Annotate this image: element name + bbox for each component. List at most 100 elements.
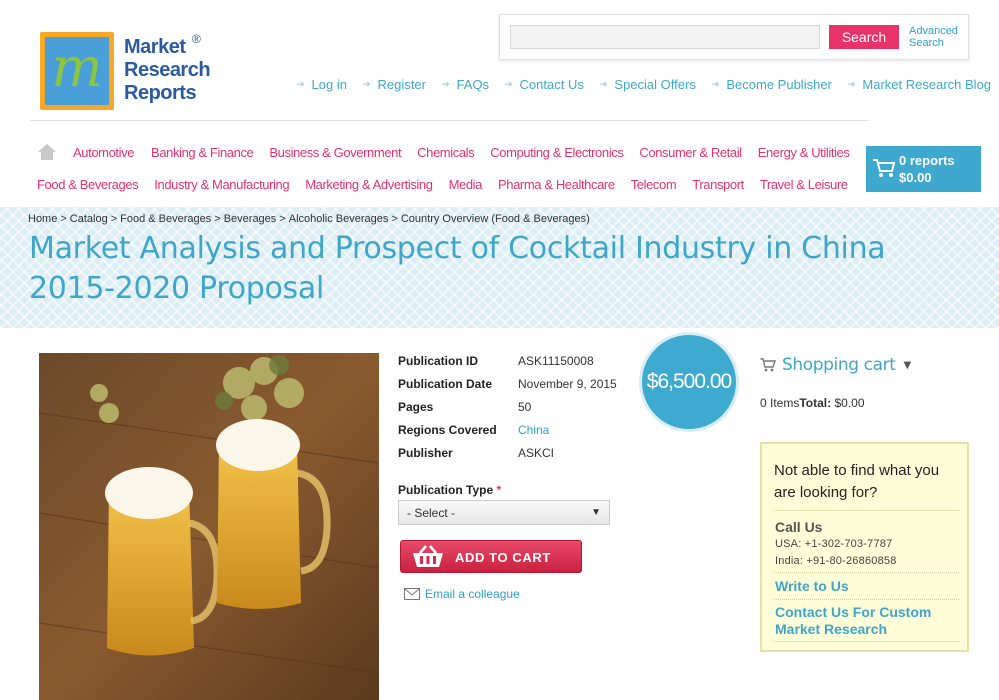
nav-automotive[interactable]: Automotive: [73, 145, 134, 160]
header-cart-button[interactable]: 0 reports $0.00: [866, 146, 981, 192]
divider: [774, 572, 959, 573]
nav-transport[interactable]: Transport: [692, 177, 744, 192]
label-publisher: Publisher: [398, 446, 453, 460]
publication-type-label: Publication Type *: [398, 483, 502, 497]
top-link-contact[interactable]: ➔ Contact Us: [505, 77, 584, 92]
basket-icon: [413, 545, 443, 567]
top-link-faqs[interactable]: ➔ FAQs: [442, 77, 489, 92]
shopping-cart-title: Shopping cart: [782, 355, 896, 375]
breadcrumb-beverages[interactable]: Beverages: [224, 213, 277, 225]
nav-banking-finance[interactable]: Banking & Finance: [151, 145, 254, 160]
top-link-blog[interactable]: ➔ Market Research Blog: [848, 77, 991, 92]
search-button[interactable]: Search: [829, 25, 899, 49]
product-image: [39, 353, 379, 700]
nav-telecom[interactable]: Telecom: [631, 177, 677, 192]
help-question: Not able to find what you are looking fo…: [774, 462, 940, 501]
header-divider: [30, 120, 869, 121]
category-nav-row-1: Automotive Banking & Finance Business & …: [73, 145, 850, 160]
phone-usa: USA: +1-302-703-7787: [775, 538, 893, 550]
logo-wordmark: Market Research Reports: [124, 36, 211, 105]
advanced-search-link[interactable]: Advanced Search: [909, 25, 958, 49]
value-pages: 50: [518, 400, 532, 414]
nav-food-beverages[interactable]: Food & Beverages: [37, 177, 139, 192]
select-value: - Select -: [407, 506, 456, 520]
nav-media[interactable]: Media: [449, 177, 483, 192]
breadcrumb-country-overview[interactable]: Country Overview (Food & Beverages): [401, 213, 590, 225]
phone-india: India: +91-80-26860858: [775, 555, 897, 567]
cart-total-value: $0.00: [834, 396, 865, 410]
dropdown-caret-icon: ▼: [591, 507, 601, 518]
label-pages: Pages: [398, 400, 434, 414]
top-link-special-offers[interactable]: ➔ Special Offers: [600, 77, 696, 92]
arrow-icon: ➔: [362, 79, 371, 89]
nav-pharma-healthcare[interactable]: Pharma & Healthcare: [498, 177, 615, 192]
custom-research-link[interactable]: Contact Us For Custom Market Research: [775, 604, 960, 638]
top-link-login[interactable]: ➔ Log in: [297, 77, 347, 92]
label-publication-date: Publication Date: [398, 377, 493, 391]
label-publication-id: Publication ID: [398, 354, 479, 368]
shopping-cart-header[interactable]: Shopping cart ▼: [760, 355, 911, 375]
breadcrumb-alcoholic-beverages[interactable]: Alcoholic Beverages: [289, 213, 389, 225]
cart-total-label: Total:: [799, 396, 832, 410]
nav-chemicals[interactable]: Chemicals: [417, 145, 474, 160]
email-colleague-link[interactable]: Email a colleague: [404, 587, 520, 601]
arrow-icon: ➔: [505, 79, 513, 89]
value-publication-date: November 9, 2015: [518, 377, 617, 391]
logo-line-2: Research: [124, 59, 211, 81]
value-publication-id: ASK11150008: [518, 354, 594, 368]
call-us-heading: Call Us: [775, 519, 823, 535]
divider: [774, 641, 959, 642]
divider: [774, 599, 959, 600]
publication-type-select[interactable]: - Select - ▼: [398, 500, 610, 525]
product-details: Publication ID ASK11150008 Publication Da…: [398, 354, 617, 469]
home-icon[interactable]: [38, 144, 56, 160]
top-links: ➔ Log in ➔ Register ➔ FAQs ➔ Contact Us ➔ Spe…: [297, 77, 991, 92]
category-nav-row-2: Food & Beverages Industry & Manufacturin…: [37, 177, 848, 192]
label-regions: Regions Covered: [398, 423, 497, 437]
logo-mark-icon: m: [40, 32, 114, 110]
nav-industry-manufacturing[interactable]: Industry & Manufacturing: [154, 177, 289, 192]
site-logo[interactable]: m Market Research Reports ®: [40, 32, 211, 110]
nav-business-government[interactable]: Business & Government: [269, 145, 401, 160]
cart-total: $0.00: [899, 170, 932, 185]
price-badge: $6,500.00: [639, 332, 739, 432]
breadcrumb-food-beverages[interactable]: Food & Beverages: [120, 213, 211, 225]
cart-count: 0 reports: [899, 153, 955, 168]
value-regions-link[interactable]: China: [518, 423, 549, 446]
required-mark: *: [496, 483, 502, 497]
nav-marketing-advertising[interactable]: Marketing & Advertising: [305, 177, 433, 192]
arrow-icon: ➔: [599, 79, 608, 89]
email-colleague-label: Email a colleague: [425, 587, 520, 601]
cart-icon: [760, 358, 776, 372]
nav-travel-leisure[interactable]: Travel & Leisure: [760, 177, 848, 192]
advanced-search-line-2: Search: [909, 37, 944, 49]
cart-icon: [873, 159, 896, 177]
breadcrumb-catalog[interactable]: Catalog: [70, 213, 108, 225]
arrow-icon: ➔: [297, 79, 305, 89]
arrow-icon: ➔: [711, 79, 720, 89]
arrow-icon: ➔: [441, 79, 450, 89]
logo-line-3: Reports: [124, 82, 197, 104]
page-title: Market Analysis and Prospect of Cocktail…: [29, 231, 886, 306]
advanced-search-line-1: Advanced: [909, 25, 958, 37]
registered-mark: ®: [192, 32, 201, 46]
nav-energy-utilities[interactable]: Energy & Utilities: [758, 145, 850, 160]
search-input[interactable]: [510, 25, 820, 49]
top-link-become-publisher[interactable]: ➔ Become Publisher: [712, 77, 832, 92]
add-to-cart-button[interactable]: ADD TO CART: [400, 540, 582, 573]
breadcrumb-home[interactable]: Home: [28, 213, 57, 225]
write-to-us-link[interactable]: Write to Us: [775, 578, 849, 595]
shopping-cart-summary: 0 ItemsTotal: $0.00: [760, 396, 865, 410]
nav-computing-electronics[interactable]: Computing & Electronics: [490, 145, 624, 160]
arrow-icon: ➔: [847, 79, 856, 89]
add-to-cart-label: ADD TO CART: [455, 550, 551, 565]
nav-consumer-retail[interactable]: Consumer & Retail: [639, 145, 742, 160]
value-publisher: ASKCI: [518, 446, 555, 460]
cart-items: 0 Items: [760, 396, 800, 410]
envelope-icon: [404, 588, 420, 600]
search-panel: Search Advanced Search: [499, 14, 969, 60]
breadcrumb: Home > Catalog > Food & Beverages > Beverages >…: [28, 213, 590, 225]
chevron-down-icon: ▼: [903, 359, 911, 371]
divider: [774, 510, 959, 511]
top-link-register[interactable]: ➔ Register: [363, 77, 426, 92]
